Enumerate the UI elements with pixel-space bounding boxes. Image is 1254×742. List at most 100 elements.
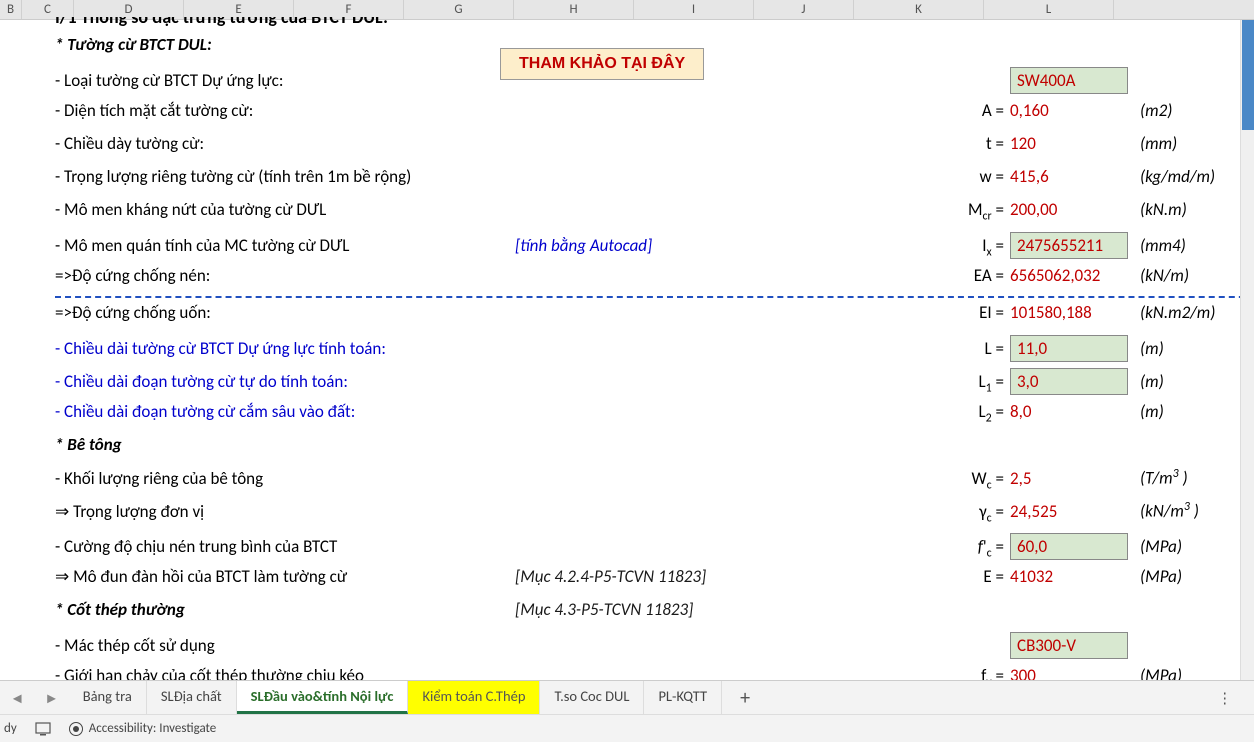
row-label: =>Độ cứng chống nén: [55,265,515,286]
row-unit: (mm) [1140,133,1254,154]
sheet-tab[interactable]: SLĐầu vào&tính Nội lực [237,681,409,714]
section-title-2: * Bê tông [55,434,515,455]
row-note: [tính bằng Autocad] [515,235,915,256]
row-value[interactable]: 60,0 [1010,533,1140,560]
row-value: 24,525 [1010,501,1140,522]
row-label: ⇒ Mô đun đàn hồi của BTCT làm tường cừ [55,566,515,587]
tab-menu-icon[interactable]: ⋮ [1198,689,1254,707]
row-unit: (MPa) [1140,566,1254,587]
scroll-thumb[interactable] [1242,20,1254,130]
row-symbol: t = [915,133,1010,154]
data-row: - Chiều dài đoạn tường cừ tự do tính toá… [55,368,1254,401]
sheet-tab[interactable]: SLĐịa chất [147,681,237,714]
row-unit: (m) [1140,401,1254,422]
data-row: - Mô men kháng nứt của tường cừ DƯLMcr =… [55,199,1254,232]
tab-nav-prev-icon[interactable]: ◄ [0,689,34,707]
display-settings-icon[interactable] [35,722,51,736]
row-symbol: γc = [915,501,1010,525]
data-row: - Trọng lượng riêng tường cừ (tính trên … [55,166,1254,199]
input-cell[interactable]: 11,0 [1010,335,1128,362]
row-symbol: Wc = [915,468,1010,492]
data-row: =>Độ cứng chống nén:EA =6565062,032(kN/m… [55,265,1254,298]
row-label: - Trọng lượng riêng tường cừ (tính trên … [55,166,515,187]
accessibility-label: Accessibility: Investigate [89,721,217,736]
row-symbol: f'c = [915,536,1010,560]
row-label: - Mô men kháng nứt của tường cừ DƯL [55,199,515,220]
col-header-K[interactable]: K [854,0,984,19]
data-row: - Loại tường cừ BTCT Dự ứng lực:SW400A [55,67,1254,100]
row-symbol: A = [915,100,1010,121]
row-unit: (m2) [1140,100,1254,121]
sheet-tab-bar: ◄ ► Bảng traSLĐịa chấtSLĐầu vào&tính Nội… [0,680,1254,714]
new-sheet-button[interactable]: + [722,686,768,710]
data-row: =>Độ cứng chống uốn:EI =101580,188(kN.m2… [55,302,1254,335]
col-header-J[interactable]: J [754,0,854,19]
row-unit: (kN.m2/m) [1140,302,1254,323]
row-symbol: EA = [915,265,1010,286]
row-unit: (MPa) [1140,536,1254,557]
input-cell[interactable]: 3,0 [1010,368,1128,395]
col-header-I[interactable]: I [634,0,754,19]
row-symbol: L2 = [915,401,1010,425]
data-row: ⇒ Trọng lượng đơn vị γc =24,525(kN/m3 ) [55,500,1254,533]
row-label: - Chiều dày tường cừ: [55,133,515,154]
row-label: - Chiều dài đoạn tường cừ tự do tính toá… [55,371,515,392]
row-unit: (kN.m) [1140,199,1254,220]
row-unit: (kN/m3 ) [1140,500,1254,522]
col-header-G[interactable]: G [404,0,514,19]
row-unit: (kN/m) [1140,265,1254,286]
vertical-scrollbar[interactable] [1240,20,1254,680]
tab-nav-next-icon[interactable]: ► [34,689,68,707]
input-cell[interactable]: 60,0 [1010,533,1128,560]
row-label: ⇒ Trọng lượng đơn vị [55,501,515,522]
input-cell[interactable]: SW400A [1010,67,1128,94]
dashed-separator [55,296,1254,298]
row-value: 415,6 [1010,166,1140,187]
row-unit: (kg/md/m) [1140,166,1254,187]
row-unit: (m) [1140,371,1254,392]
status-bar: dy Accessibility: Investigate [0,714,1254,742]
status-ready: dy [4,721,17,736]
section-title-3: * Cốt thép thường [55,599,515,620]
input-cell[interactable]: 2475655211 [1010,232,1128,259]
row-value: 200,00 [1010,199,1140,220]
row-label: - Mô men quán tính của MC tường cừ DƯL [55,235,515,256]
col-header-B[interactable]: B [0,0,22,19]
sheet-tab[interactable]: Bảng tra [69,681,147,714]
sheet-tab[interactable]: PL-KQTT [644,681,722,714]
row-value[interactable]: SW400A [1010,67,1140,94]
section-title-1: * Tường cừ BTCT DUL: [55,34,515,55]
row-value[interactable]: 11,0 [1010,335,1140,362]
col-header-L[interactable]: L [984,0,1114,19]
row-value: 8,0 [1010,401,1140,422]
row-unit: (T/m3 ) [1140,467,1254,489]
row-value: 41032 [1010,566,1140,587]
row-value: 101580,188 [1010,302,1140,323]
sheet-tab[interactable]: T.so Coc DUL [540,681,644,714]
data-row: - Mô men quán tính của MC tường cừ DƯL[t… [55,232,1254,265]
row-value[interactable]: 3,0 [1010,368,1140,395]
row-symbol: w = [915,166,1010,187]
row-note: [Mục 4.2.4-P5-TCVN 11823] [515,566,915,587]
row-label: - Diện tích mặt cắt tường cừ: [55,100,515,121]
input-cell[interactable]: CB300-V [1010,632,1128,659]
data-row: - Chiều dày tường cừ:t =120(mm) [55,133,1254,166]
accessibility-status[interactable]: Accessibility: Investigate [69,721,217,736]
data-row: - Diện tích mặt cắt tường cừ: A =0,160(m2… [55,100,1254,133]
data-row: - Chiều dài đoạn tường cừ cắm sâu vào đấ… [55,401,1254,434]
row-value[interactable]: 2475655211 [1010,232,1140,259]
section-3-note: [Mục 4.3-P5-TCVN 11823] [515,599,915,620]
row-symbol: EI = [915,302,1010,323]
row-label: - Chiều dài tường cừ BTCT Dự ứng lực tín… [55,338,515,359]
section-header-cut: I/1 Thông số đặc trưng tương của BTCT DU… [55,17,388,29]
row-unit: (mm4) [1140,235,1254,256]
row-label: - Chiều dài đoạn tường cừ cắm sâu vào đấ… [55,401,515,422]
sheet-tab[interactable]: Kiểm toán C.Thép [408,681,540,714]
data-row: - Cường độ chịu nén trung bình của BTCTf… [55,533,1254,566]
row-value[interactable]: CB300-V [1010,632,1140,659]
data-row: ⇒ Mô đun đàn hồi của BTCT làm tường cừ[M… [55,566,1254,599]
col-header-H[interactable]: H [514,0,634,19]
row-value: 2,5 [1010,468,1140,489]
row-symbol: L = [915,338,1010,359]
row-value: 0,160 [1010,100,1140,121]
